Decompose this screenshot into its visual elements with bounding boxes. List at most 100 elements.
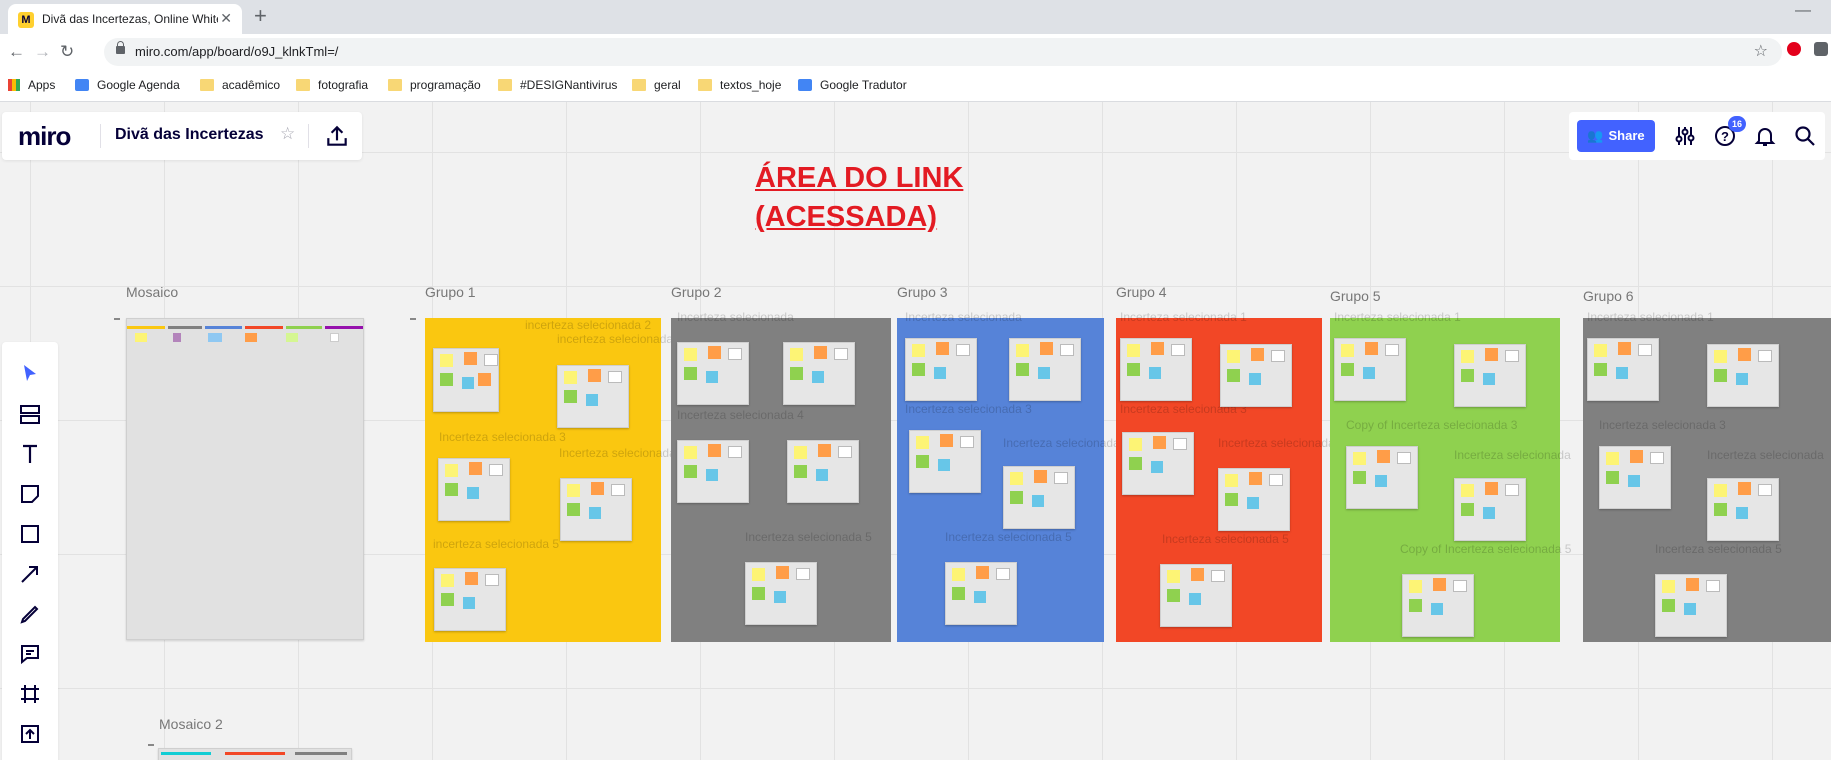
uncertainty-card[interactable]: [1122, 432, 1194, 495]
uncertainty-card[interactable]: [1587, 338, 1659, 401]
address-bar[interactable]: miro.com/app/board/o9J_klnkTml=/ ☆: [104, 38, 1782, 66]
board-name[interactable]: Divã das Incertezas: [115, 126, 264, 144]
uncertainty-card[interactable]: [1599, 446, 1671, 509]
new-tab-icon[interactable]: +: [254, 4, 267, 28]
uncertainty-card[interactable]: [1454, 344, 1526, 407]
bookmark-fotografia[interactable]: fotografia: [296, 78, 368, 92]
templates-icon[interactable]: [18, 402, 42, 426]
uncertainty-card[interactable]: [1120, 338, 1192, 401]
bell-icon[interactable]: [1753, 124, 1777, 148]
uncertainty-card[interactable]: [1346, 446, 1418, 509]
bookmark-google-agenda[interactable]: Google Agenda: [75, 78, 180, 92]
select-cursor-icon[interactable]: [18, 362, 42, 386]
frame-mosaico[interactable]: [126, 318, 364, 640]
mosaic-strip: [295, 752, 347, 755]
ghost-label: Incerteza selecionada 4: [677, 408, 804, 422]
top-right-toolbar: 👥 Share ? 16: [1569, 112, 1825, 160]
bookmark-academico[interactable]: acadêmico: [200, 78, 280, 92]
frame-grupo-3[interactable]: Incerteza selecionada Incerteza selecion…: [897, 310, 1120, 642]
bookmark-programacao[interactable]: programação: [388, 78, 481, 92]
annotation-line-1: ÁREA DO LINK: [755, 162, 964, 194]
upload-export-icon[interactable]: [324, 123, 350, 149]
extensions-puzzle-icon[interactable]: [1814, 42, 1828, 56]
frame-grupo-1[interactable]: incerteza selecionada 2 incerteza seleci…: [425, 318, 683, 642]
bookmark-designantivirus[interactable]: #DESIGNantivirus: [498, 78, 617, 92]
annotation-text: ÁREA DO LINK (ACESSADA): [755, 159, 963, 237]
mosaic-sticky: [208, 333, 222, 342]
uncertainty-card[interactable]: [1454, 478, 1526, 541]
uncertainty-card[interactable]: [1218, 468, 1290, 531]
star-icon[interactable]: ☆: [280, 124, 295, 144]
uncertainty-card[interactable]: [1334, 338, 1406, 401]
upload-icon[interactable]: [18, 722, 42, 746]
miro-logo[interactable]: miro: [18, 121, 71, 152]
frame-title-grupo-2[interactable]: Grupo 2: [671, 284, 722, 300]
bookmark-apps[interactable]: Apps: [8, 78, 55, 92]
forward-icon[interactable]: →: [34, 42, 51, 62]
close-tab-icon[interactable]: ✕: [220, 10, 232, 27]
uncertainty-card[interactable]: [783, 342, 855, 405]
comment-icon[interactable]: [18, 642, 42, 666]
bookmark-geral[interactable]: geral: [632, 78, 681, 92]
board-canvas[interactable]: miro Divã das Incertezas ☆ 👥 Share ? 16 Á…: [0, 102, 1831, 760]
frame-title-grupo-4[interactable]: Grupo 4: [1116, 284, 1167, 300]
uncertainty-card[interactable]: [1160, 564, 1232, 627]
frame-title-grupo-5[interactable]: Grupo 5: [1330, 288, 1381, 304]
reload-icon[interactable]: ↻: [60, 42, 74, 62]
browser-toolbar: ← → ↻ miro.com/app/board/o9J_klnkTml=/ ☆: [0, 34, 1831, 70]
uncertainty-card[interactable]: [677, 342, 749, 405]
frame-grupo-6[interactable]: Incerteza selecionada 1 Incerteza seleci…: [1583, 310, 1831, 642]
uncertainty-card[interactable]: [909, 430, 981, 493]
ghost-label: Incerteza selecionada: [1003, 436, 1120, 450]
ghost-label: Incerteza selecionada 3: [439, 430, 566, 444]
search-icon[interactable]: [1793, 124, 1817, 148]
uncertainty-card[interactable]: [745, 562, 817, 625]
frame-title-grupo-3[interactable]: Grupo 3: [897, 284, 948, 300]
uncertainty-card[interactable]: [677, 440, 749, 503]
mosaic-strip: [127, 326, 165, 329]
share-button[interactable]: 👥 Share: [1577, 120, 1655, 152]
uncertainty-card[interactable]: [905, 338, 977, 401]
pen-icon[interactable]: [18, 602, 42, 626]
uncertainty-card[interactable]: [1655, 574, 1727, 637]
frame-grupo-2[interactable]: Incerteza selecionada Incerteza selecion…: [671, 310, 891, 642]
frame-tool-icon[interactable]: [18, 682, 42, 706]
frame-grupo-5[interactable]: Incerteza selecionada 1 Copy of Incertez…: [1330, 310, 1571, 642]
frame-mosaico-2[interactable]: [158, 748, 352, 760]
uncertainty-card[interactable]: [560, 478, 632, 541]
connection-line-icon[interactable]: [18, 562, 42, 586]
browser-tab[interactable]: M Divã das Incertezas, Online Whiteboard…: [8, 4, 242, 34]
frame-grupo-4[interactable]: Incerteza selecionada 1 Incerteza seleci…: [1116, 310, 1335, 642]
board-header: miro Divã das Incertezas ☆: [2, 112, 362, 160]
folder-icon: [498, 79, 512, 91]
uncertainty-card[interactable]: [1707, 344, 1779, 407]
settings-sliders-icon[interactable]: [1673, 124, 1697, 148]
ghost-label: Incerteza selecionada 1: [1587, 310, 1714, 324]
frame-title-grupo-6[interactable]: Grupo 6: [1583, 288, 1634, 304]
opera-extension-icon[interactable]: [1787, 42, 1801, 56]
uncertainty-card[interactable]: [787, 440, 859, 503]
back-icon[interactable]: ←: [8, 42, 25, 62]
uncertainty-card[interactable]: [433, 348, 499, 412]
shape-rectangle-icon[interactable]: [18, 522, 42, 546]
uncertainty-card[interactable]: [1220, 344, 1292, 407]
minimize-window-icon[interactable]: —: [1795, 2, 1811, 20]
bookmark-textos-hoje[interactable]: textos_hoje: [698, 78, 781, 92]
bookmark-google-tradutor[interactable]: Google Tradutor: [798, 78, 907, 92]
uncertainty-card[interactable]: [1707, 478, 1779, 541]
uncertainty-card[interactable]: [557, 365, 629, 428]
sticky-note-icon[interactable]: [18, 482, 42, 506]
text-tool-icon[interactable]: [18, 442, 42, 466]
uncertainty-card[interactable]: [945, 562, 1017, 625]
frame-title-mosaico[interactable]: Mosaico: [126, 284, 178, 300]
uncertainty-card[interactable]: [1003, 466, 1075, 529]
uncertainty-card[interactable]: [434, 568, 506, 631]
uncertainty-card[interactable]: [1009, 338, 1081, 401]
uncertainty-card[interactable]: [1402, 574, 1474, 637]
lock-icon: [116, 41, 125, 54]
frame-title-mosaico-2[interactable]: Mosaico 2: [159, 716, 223, 732]
bookmark-star-icon[interactable]: ☆: [1754, 41, 1768, 61]
mosaic-sticky: [330, 333, 339, 342]
frame-title-grupo-1[interactable]: Grupo 1: [425, 284, 476, 300]
uncertainty-card[interactable]: [438, 458, 510, 521]
